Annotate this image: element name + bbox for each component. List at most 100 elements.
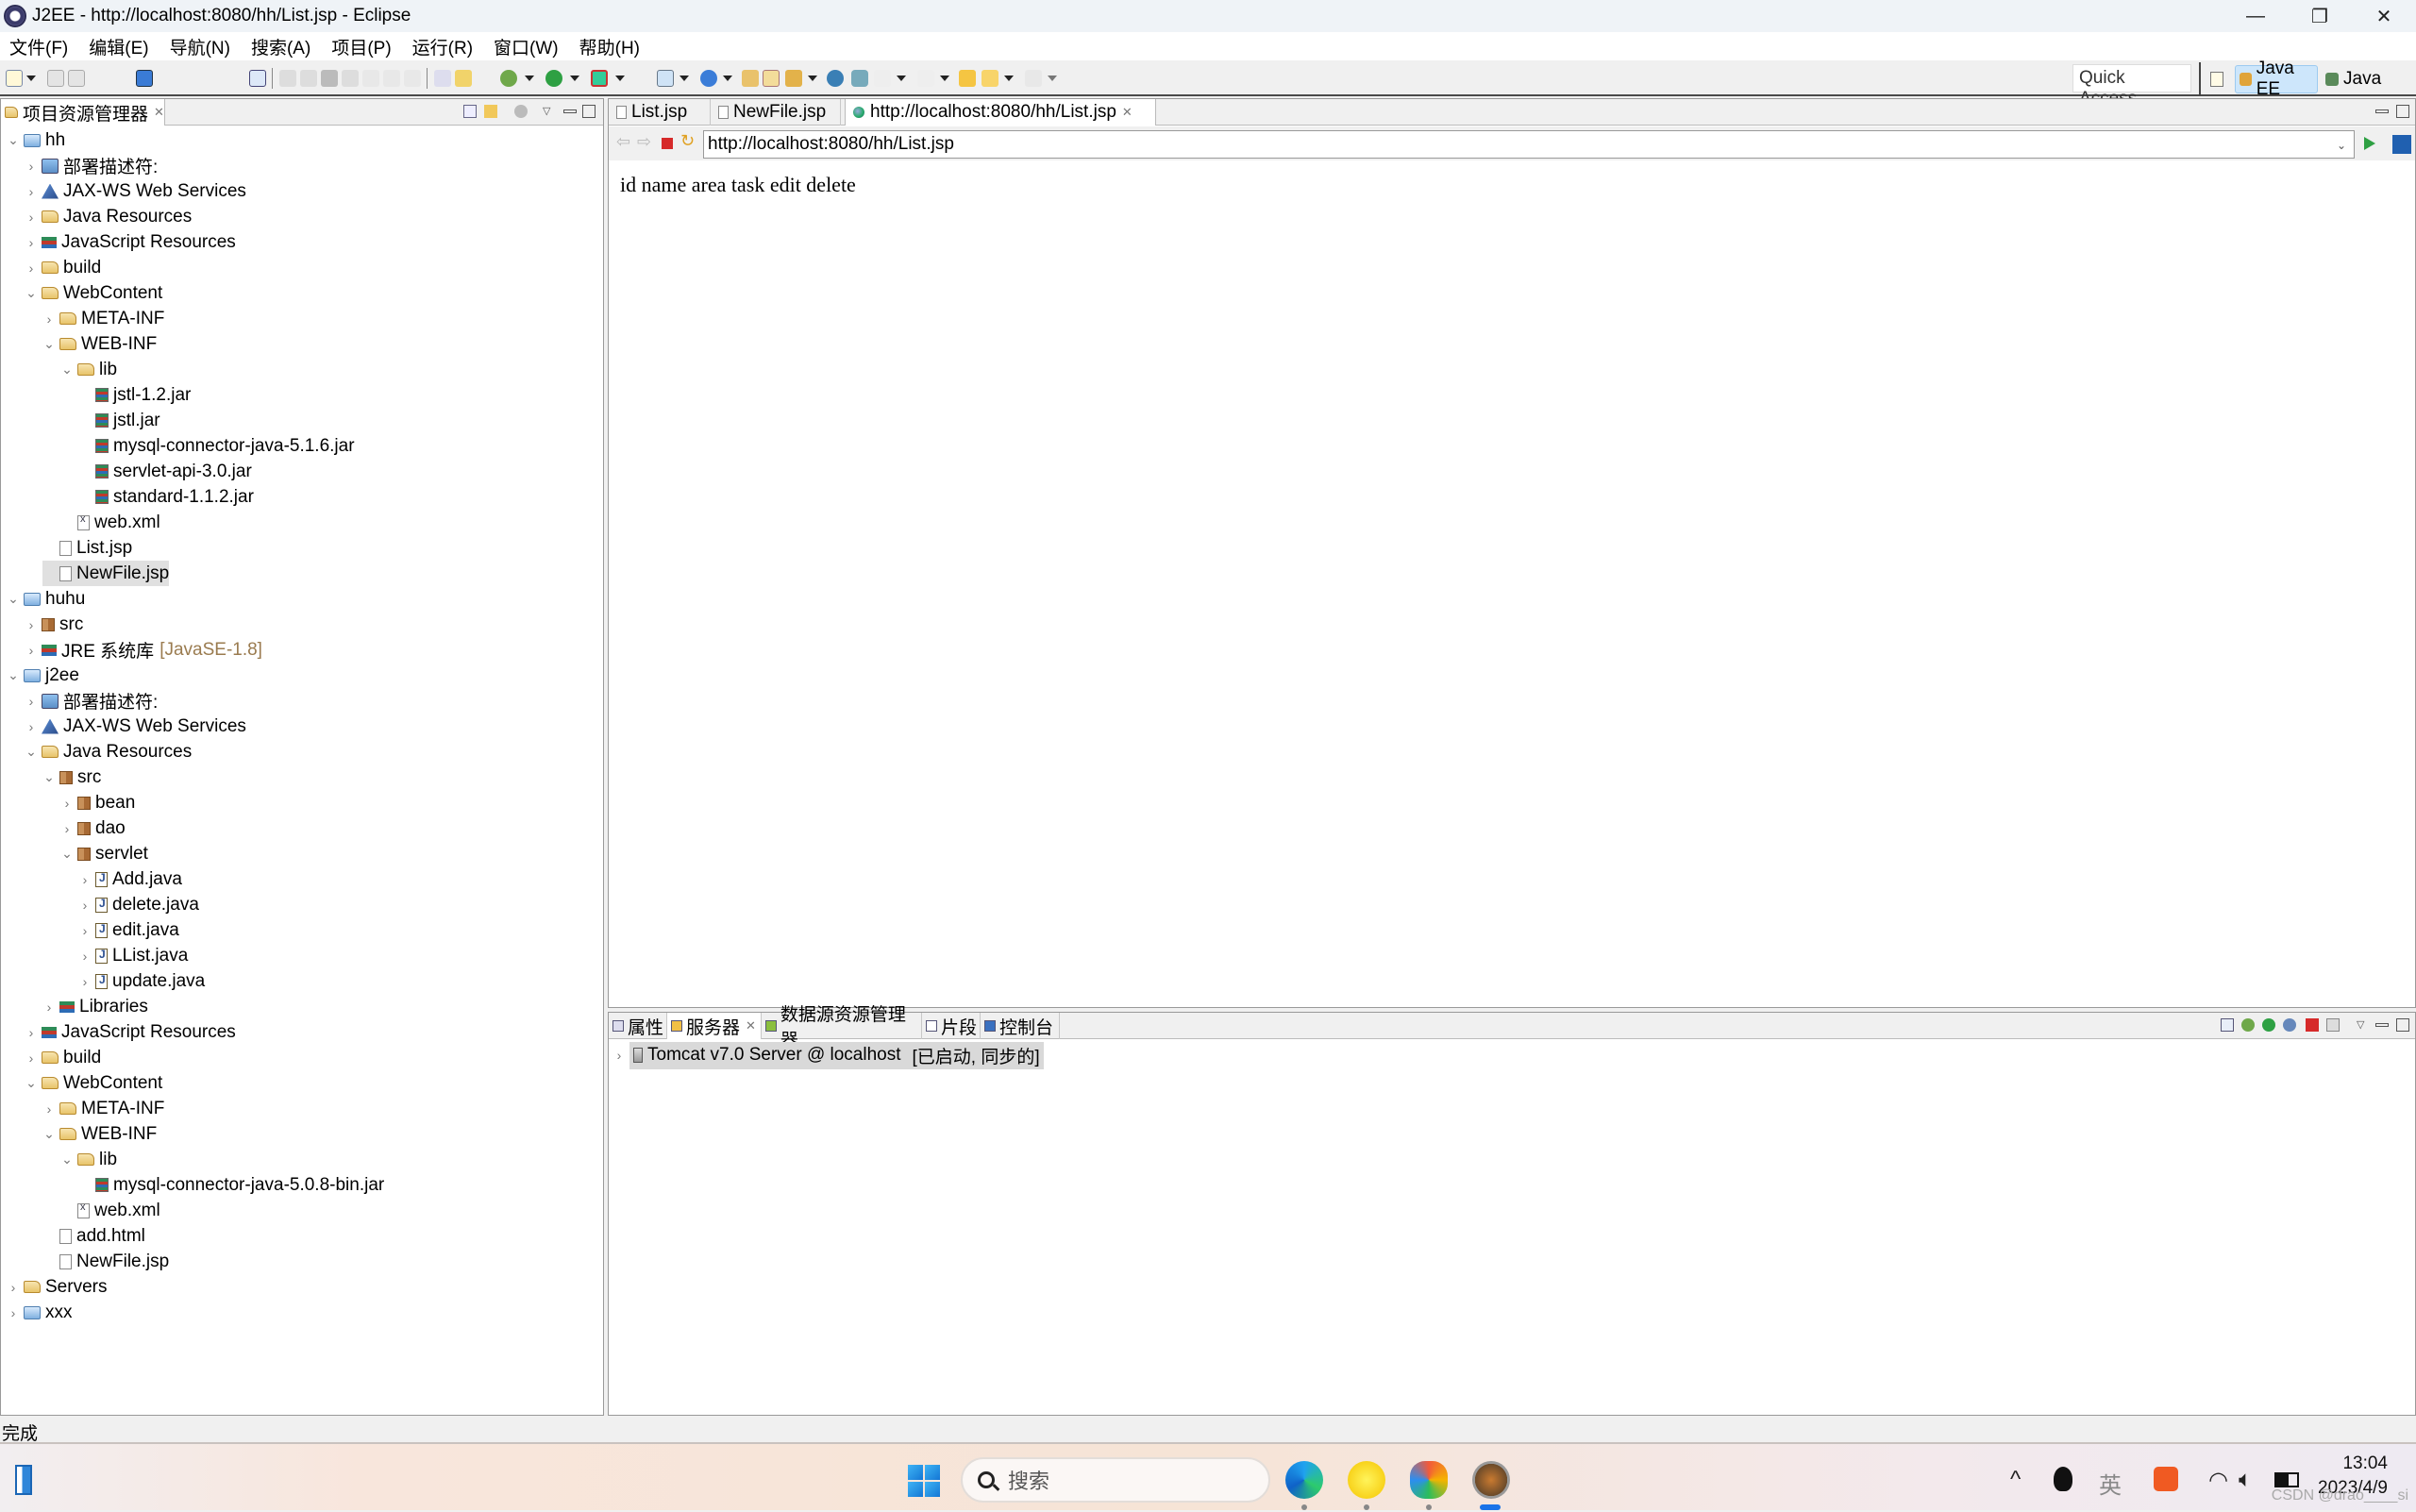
- back-dropdown-icon[interactable]: [1004, 76, 1014, 81]
- tree-item[interactable]: ⌄ lib: [60, 357, 117, 382]
- next-annotation-icon[interactable]: [874, 70, 891, 87]
- tree-item[interactable]: › 部署描述符:: [25, 153, 159, 178]
- new-icon[interactable]: [6, 70, 23, 87]
- collapse-chevron-icon[interactable]: ⌄: [25, 285, 38, 301]
- step-over-icon[interactable]: [383, 70, 400, 87]
- save-icon[interactable]: [47, 70, 64, 87]
- last-edit-location-icon[interactable]: [959, 70, 976, 87]
- menu-search[interactable]: 搜索(A): [251, 34, 310, 59]
- tree-item[interactable]: › build: [25, 1045, 102, 1070]
- menu-file[interactable]: 文件(F): [9, 34, 68, 59]
- tree-item[interactable]: › JAX-WS Web Services: [25, 714, 246, 739]
- search-tool-icon[interactable]: [785, 70, 802, 87]
- previous-annotation-dropdown-icon[interactable]: [940, 76, 949, 81]
- tree-item[interactable]: web.xml: [60, 1198, 160, 1223]
- tree-item[interactable]: › LList.java: [78, 943, 189, 968]
- tree-item[interactable]: › xxx: [7, 1300, 73, 1325]
- tree-item[interactable]: › edit.java: [78, 917, 179, 943]
- tree-item[interactable]: › delete.java: [78, 892, 199, 917]
- forward-dropdown-icon[interactable]: [1048, 76, 1057, 81]
- menu-project[interactable]: 项目(P): [331, 34, 391, 59]
- expand-chevron-icon[interactable]: ›: [25, 184, 38, 199]
- tree-item[interactable]: ⌄ lib: [60, 1147, 117, 1172]
- tree-item[interactable]: ⌄ WebContent: [25, 280, 162, 306]
- new-server-icon[interactable]: [657, 70, 674, 87]
- maximize-view-icon[interactable]: [2396, 1018, 2409, 1032]
- close-tab-icon[interactable]: ✕: [1122, 105, 1132, 120]
- expand-chevron-icon[interactable]: ›: [42, 1000, 56, 1015]
- link-with-editor-icon[interactable]: [484, 105, 497, 118]
- tree-item[interactable]: jstl.jar: [78, 408, 160, 433]
- expand-icon[interactable]: ›: [612, 1048, 626, 1063]
- open-external-browser-icon[interactable]: [2392, 135, 2411, 154]
- close-button[interactable]: ✕: [2352, 0, 2416, 32]
- collapse-chevron-icon[interactable]: ⌄: [60, 1151, 74, 1168]
- ime-indicator[interactable]: 英: [2099, 1467, 2122, 1500]
- minimize-button[interactable]: —: [2223, 0, 2288, 32]
- url-input[interactable]: http://localhost:8080/hh/List.jsp ⌄: [703, 130, 2355, 159]
- skip-breakpoints-icon[interactable]: [249, 70, 266, 87]
- step-return-icon[interactable]: [404, 70, 421, 87]
- expand-chevron-icon[interactable]: ›: [42, 311, 56, 327]
- tree-item[interactable]: servlet-api-3.0.jar: [78, 459, 252, 484]
- disconnect-icon[interactable]: [342, 70, 359, 87]
- collapse-chevron-icon[interactable]: ⌄: [60, 361, 74, 378]
- collapse-chevron-icon[interactable]: ⌄: [60, 846, 74, 862]
- tree-item[interactable]: › JavaScript Resources: [25, 229, 236, 255]
- open-type-icon[interactable]: [742, 70, 759, 87]
- collapse-chevron-icon[interactable]: ⌄: [7, 667, 20, 683]
- minimize-editor-icon[interactable]: [2375, 109, 2389, 113]
- tree-item[interactable]: ⌄ WebContent: [25, 1070, 162, 1096]
- new-server-dropdown-icon[interactable]: [680, 76, 689, 81]
- tree-item[interactable]: › build: [25, 255, 102, 280]
- eclipse-taskbar-icon[interactable]: [1472, 1461, 1510, 1499]
- menu-edit[interactable]: 编辑(E): [89, 34, 148, 59]
- tree-item[interactable]: add.html: [42, 1223, 145, 1249]
- browser-back-icon[interactable]: ⇦: [616, 132, 630, 152]
- maximize-editor-icon[interactable]: [2396, 105, 2409, 118]
- expand-chevron-icon[interactable]: ›: [78, 872, 92, 887]
- use-step-filters-icon[interactable]: [455, 70, 472, 87]
- filters-icon[interactable]: [514, 105, 528, 118]
- next-annotation-dropdown-icon[interactable]: [897, 76, 906, 81]
- tree-item[interactable]: › JavaScript Resources: [25, 1019, 236, 1045]
- console-icon[interactable]: [136, 70, 153, 87]
- tab-properties[interactable]: 属性: [609, 1013, 667, 1039]
- collapse-chevron-icon[interactable]: ⌄: [42, 336, 56, 352]
- sogou-input-icon[interactable]: [2154, 1467, 2178, 1491]
- new-servlet-dropdown-icon[interactable]: [723, 76, 732, 81]
- qq-music-icon[interactable]: [1348, 1461, 1385, 1499]
- new-dropdown-icon[interactable]: [26, 76, 36, 81]
- run-icon[interactable]: [545, 70, 562, 87]
- tree-item[interactable]: › Servers: [7, 1274, 108, 1300]
- restore-button[interactable]: ❐: [2288, 0, 2352, 32]
- expand-chevron-icon[interactable]: ›: [25, 643, 38, 658]
- browser-refresh-icon[interactable]: ↻: [680, 131, 695, 151]
- debug-icon[interactable]: [500, 70, 517, 87]
- expand-chevron-icon[interactable]: ›: [42, 1101, 56, 1117]
- tree-item[interactable]: web.xml: [60, 510, 160, 535]
- tree-item[interactable]: › Libraries: [42, 994, 148, 1019]
- new-servlet-icon[interactable]: [700, 70, 717, 87]
- minimize-view-icon[interactable]: [563, 109, 577, 113]
- drop-to-frame-icon[interactable]: [434, 70, 451, 87]
- expand-chevron-icon[interactable]: ›: [78, 923, 92, 938]
- tab-list-jsp[interactable]: List.jsp: [609, 99, 711, 126]
- open-web-browser-icon[interactable]: [827, 70, 844, 87]
- tab-snippets[interactable]: 片段: [922, 1013, 981, 1039]
- start-server-icon[interactable]: [2262, 1018, 2275, 1032]
- debug-dropdown-icon[interactable]: [525, 76, 534, 81]
- tab-data-source-explorer[interactable]: 数据源资源管理器: [762, 1005, 922, 1050]
- tree-item[interactable]: mysql-connector-java-5.0.8-bin.jar: [78, 1172, 384, 1198]
- back-icon[interactable]: [982, 70, 998, 87]
- expand-chevron-icon[interactable]: ›: [25, 1025, 38, 1040]
- start-debug-server-icon[interactable]: [2241, 1018, 2255, 1032]
- tree-item[interactable]: › update.java: [78, 968, 206, 994]
- external-tools-dropdown-icon[interactable]: [615, 76, 625, 81]
- expand-chevron-icon[interactable]: ›: [25, 719, 38, 734]
- launch-icon[interactable]: [851, 70, 868, 87]
- taskbar-search[interactable]: 搜索: [961, 1457, 1270, 1503]
- start-button[interactable]: [908, 1465, 940, 1497]
- menu-help[interactable]: 帮助(H): [579, 34, 640, 59]
- menu-window[interactable]: 窗口(W): [494, 34, 559, 59]
